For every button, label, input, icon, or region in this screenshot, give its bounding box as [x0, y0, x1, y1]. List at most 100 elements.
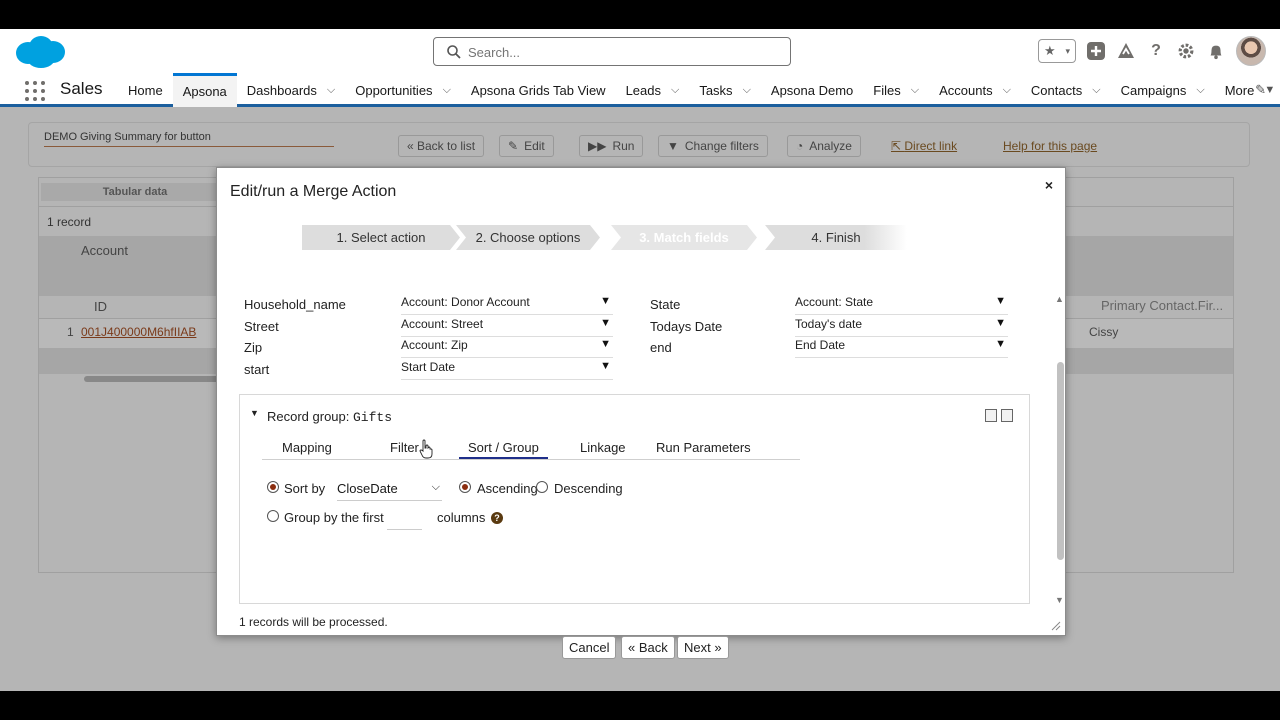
caret-down-icon: ▼ [995, 338, 1006, 350]
row-number: 1 [67, 325, 74, 339]
nav-item-contacts[interactable]: Contacts ⌵ [1021, 73, 1111, 107]
global-header: ★ ▾ ? [0, 29, 1280, 73]
sort-by-radio[interactable] [267, 481, 279, 493]
nav-item-more[interactable]: More ▼ [1215, 73, 1280, 107]
field-label: Todays Date [650, 319, 723, 334]
tab-run-parameters[interactable]: Run Parameters [656, 440, 751, 455]
nav-item-home[interactable]: Home [118, 73, 173, 107]
field-mapping-select[interactable]: Start Date ▼ [401, 360, 613, 380]
nav-item-apsona[interactable]: Apsona [172, 73, 237, 107]
run-icon: ▶▶ [588, 139, 607, 153]
favorites-menu-chevron-icon[interactable]: ▾ [1066, 46, 1071, 57]
tab-linkage[interactable]: Linkage [580, 440, 626, 455]
chevron-down-icon[interactable]: ⌵ [1003, 84, 1011, 97]
step-choose-options[interactable]: 2. Choose options [456, 225, 600, 250]
chevron-down-icon[interactable]: ⌵ [1092, 84, 1100, 97]
direct-link[interactable]: ⇱ Direct link [891, 139, 957, 153]
favorites-button[interactable]: ★ ▾ [1038, 39, 1076, 63]
sort-field-select[interactable]: CloseDate ⌵ [337, 481, 442, 501]
merge-action-dialog: Edit/run a Merge Action × 1. Select acti… [216, 167, 1066, 659]
group-by-label: Group by the first [284, 510, 384, 525]
field-mapping-select[interactable]: Today's date ▼ [795, 317, 1008, 337]
trailhead-icon[interactable] [1116, 41, 1136, 61]
group-by-radio[interactable] [267, 510, 279, 522]
notifications-bell-icon[interactable] [1206, 41, 1226, 61]
copy-icon[interactable] [985, 409, 997, 422]
step-finish[interactable]: 4. Finish [765, 225, 907, 250]
scrollbar-thumb[interactable] [1057, 362, 1064, 560]
column-header-id[interactable]: ID [94, 299, 107, 314]
edit-nav-pencil-icon[interactable]: ✎ [1255, 82, 1266, 98]
nav-item-files[interactable]: Files ⌵ [863, 73, 929, 107]
chevron-down-icon[interactable]: ⌵ [327, 84, 335, 97]
help-icon[interactable]: ? [1146, 41, 1166, 61]
step-select-action[interactable]: 1. Select action [302, 225, 460, 250]
app-name: Sales [60, 79, 103, 98]
back-button[interactable]: « Back [621, 636, 675, 659]
scroll-up-icon[interactable]: ▲ [1055, 294, 1064, 304]
collapse-toggle-icon[interactable]: ▼ [250, 408, 259, 418]
paste-icon[interactable] [1001, 409, 1013, 422]
chevron-down-icon: ⌵ [431, 481, 440, 493]
field-mapping-select[interactable]: Account: Zip ▼ [401, 338, 613, 358]
tab-sort-group[interactable]: Sort / Group [459, 440, 548, 459]
nav-item-accounts[interactable]: Accounts ⌵ [929, 73, 1021, 107]
next-button[interactable]: Next » [677, 636, 729, 659]
change-filters-button[interactable]: ▼ Change filters [658, 135, 768, 157]
search-icon [447, 45, 461, 59]
cancel-button[interactable]: Cancel [562, 636, 617, 659]
nav-item-opportunities[interactable]: Opportunities ⌵ [345, 73, 461, 107]
chevron-down-icon[interactable]: ⌵ [443, 84, 451, 97]
field-mapping: Household_name Account: Donor Account ▼ S… [217, 264, 1053, 384]
nav-item-campaigns[interactable]: Campaigns ⌵ [1111, 73, 1215, 107]
chevron-down-icon[interactable]: ⌵ [743, 84, 751, 97]
back-to-list-button[interactable]: « Back to list [398, 135, 485, 157]
group-columns-input[interactable] [387, 510, 422, 530]
dialog-vertical-scrollbar[interactable]: ▲ ▼ [1055, 264, 1065, 605]
field-mapping-select[interactable]: Account: State ▼ [795, 295, 1008, 315]
step-match-fields[interactable]: 3. Match fields [611, 225, 757, 250]
record-group-panel: ▼ Record group: Gifts Mapping Filter Sor… [239, 394, 1030, 604]
nav-item-tasks[interactable]: Tasks ⌵ [689, 73, 761, 107]
descending-radio[interactable] [536, 481, 548, 493]
column-header-primary-contact[interactable]: Primary Contact.Fir... [1101, 298, 1223, 313]
app-launcher-icon[interactable] [25, 81, 45, 101]
help-icon[interactable]: ? [491, 512, 503, 524]
resize-handle-icon[interactable] [1051, 621, 1061, 631]
help-page-link[interactable]: Help for this page [1003, 139, 1097, 153]
field-mapping-select[interactable]: End Date ▼ [795, 338, 1008, 358]
global-search[interactable] [433, 37, 791, 66]
chevron-down-icon[interactable]: ⌵ [911, 84, 919, 97]
user-avatar[interactable] [1236, 36, 1266, 66]
search-input[interactable] [468, 42, 768, 62]
edit-button[interactable]: ✎ Edit [499, 135, 554, 157]
nav-item-dashboards[interactable]: Dashboards ⌵ [237, 73, 345, 107]
record-id-link[interactable]: 001J400000M6hfIIAB [81, 325, 196, 339]
nav-item-apsona-grids[interactable]: Apsona Grids Tab View [461, 73, 616, 107]
record-group-actions [985, 409, 1013, 422]
analyze-button[interactable]: ◔ Analyze [787, 135, 861, 157]
external-link-icon: ⇱ [891, 139, 905, 153]
tab-filter[interactable]: Filter [390, 440, 419, 455]
run-button[interactable]: ▶▶ Run [579, 135, 644, 157]
chevron-down-icon[interactable]: ⌵ [1196, 84, 1204, 97]
chevron-down-icon[interactable]: ⌵ [671, 84, 679, 97]
salesforce-logo-icon[interactable] [14, 35, 66, 69]
tab-tabular-data[interactable]: Tabular data [41, 183, 229, 201]
ascending-radio[interactable] [459, 481, 471, 493]
dialog-title: Edit/run a Merge Action [230, 183, 397, 200]
add-icon[interactable] [1086, 41, 1106, 61]
tab-mapping[interactable]: Mapping [282, 440, 332, 455]
horizontal-scrollbar[interactable] [84, 376, 224, 382]
scroll-down-icon[interactable]: ▼ [1055, 595, 1064, 605]
field-mapping-select[interactable]: Account: Street ▼ [401, 317, 613, 337]
close-icon[interactable]: × [1045, 177, 1053, 193]
nav-item-leads[interactable]: Leads ⌵ [616, 73, 690, 107]
caret-down-icon: ▼ [995, 317, 1006, 329]
group-row: Group by the first columns ? [267, 510, 767, 530]
browser-viewport: ★ ▾ ? Sales Home Apsona [0, 29, 1280, 691]
nav-item-apsona-demo[interactable]: Apsona Demo [761, 73, 863, 107]
favorites-star-icon[interactable]: ★ [1044, 43, 1056, 59]
setup-gear-icon[interactable] [1176, 41, 1196, 61]
field-mapping-select[interactable]: Account: Donor Account ▼ [401, 295, 613, 315]
